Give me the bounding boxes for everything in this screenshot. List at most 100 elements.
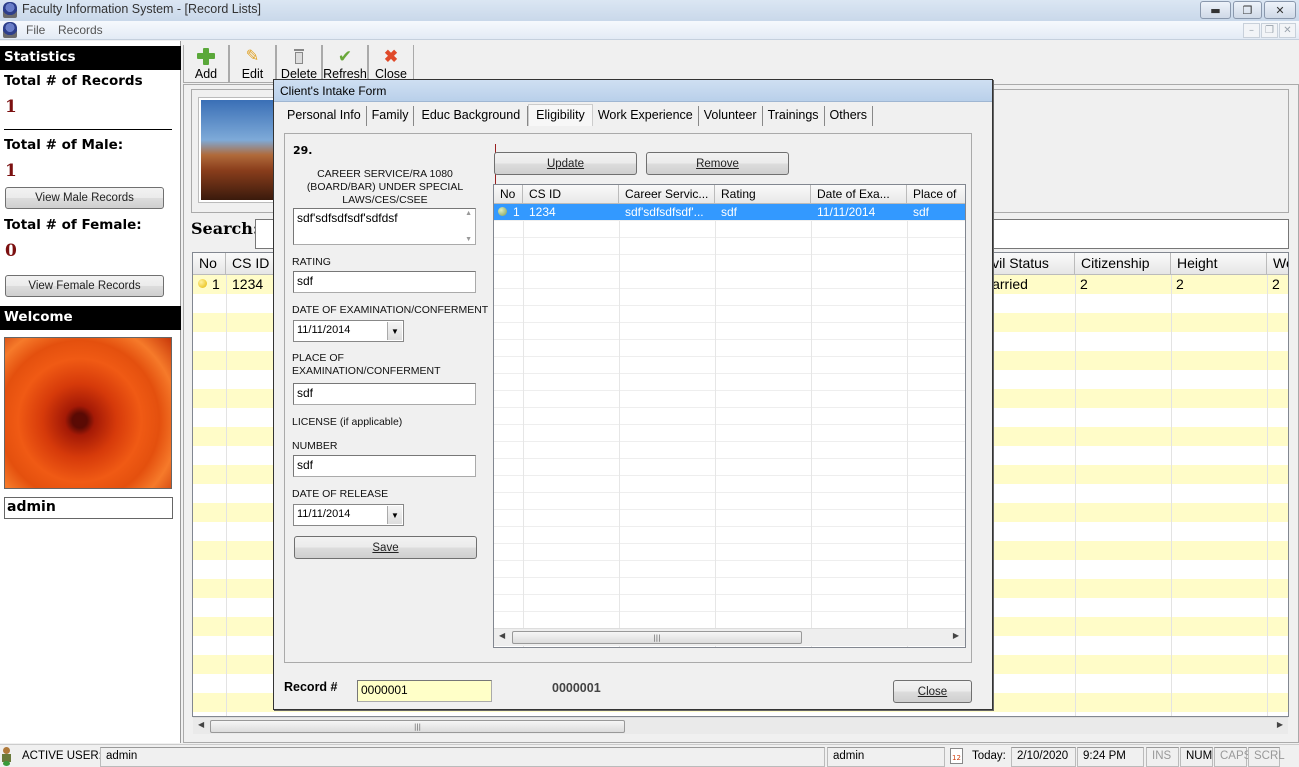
remove-button[interactable]: Remove — [646, 152, 789, 175]
delete-button[interactable]: Delete — [276, 45, 322, 83]
eligibility-grid-hscrollbar[interactable]: ◀ ||| ▶ — [494, 628, 965, 646]
scroll-right-icon[interactable]: ▶ — [1277, 720, 1283, 729]
view-female-records-button[interactable]: View Female Records — [5, 275, 164, 297]
scroll-thumb[interactable]: ||| — [210, 720, 625, 733]
exam-place-input[interactable]: sdf — [293, 383, 476, 405]
total-female-value: 0 — [5, 241, 17, 261]
column-header-civil-status[interactable]: ivil Status — [983, 253, 1075, 275]
tab-family[interactable]: Family — [367, 106, 415, 126]
user-status-field: admin — [827, 747, 945, 767]
empty-row — [494, 544, 965, 561]
scroll-down-icon[interactable]: ▼ — [465, 236, 472, 243]
exam-date-picker[interactable]: 11/11/2014 ▼ — [293, 320, 404, 342]
empty-row — [494, 272, 965, 289]
menu-file[interactable]: File — [26, 23, 45, 37]
window-title: Faculty Information System - [Record Lis… — [22, 2, 261, 16]
license-label: LICENSE (if applicable) — [292, 416, 403, 428]
edit-button[interactable]: ✎ Edit — [229, 45, 276, 83]
column-header-height[interactable]: Height — [1171, 253, 1267, 275]
column-header-no[interactable]: No — [494, 185, 523, 204]
minimize-button[interactable]: ▬ — [1200, 1, 1231, 19]
mdi-minimize-button[interactable]: – — [1243, 23, 1260, 38]
dropdown-arrow-icon[interactable]: ▼ — [387, 322, 402, 340]
rating-input[interactable]: sdf — [293, 271, 476, 293]
release-date-picker[interactable]: 11/11/2014 ▼ — [293, 504, 404, 526]
user-icon — [1, 747, 12, 766]
tab-educ-background[interactable]: Educ Background — [414, 106, 529, 126]
edit-label: Edit — [241, 67, 264, 81]
cell-no: 1 — [212, 276, 220, 292]
restore-icon: ❐ — [1242, 3, 1253, 17]
column-header-exam-date[interactable]: Date of Exa... — [811, 185, 907, 204]
exam-date-value: 11/11/2014 — [297, 324, 351, 336]
column-header-citizenship[interactable]: Citizenship — [1075, 253, 1171, 275]
column-header-place[interactable]: Place of — [907, 185, 965, 204]
tab-strip: Personal Info Family Educ Background Eli… — [282, 104, 874, 126]
save-button[interactable]: Save — [294, 536, 477, 559]
toolbar: Add ✎ Edit Delete ✔ Refresh ✖ Close — [183, 45, 414, 83]
mdi-child-icon[interactable] — [3, 22, 17, 38]
record-number-display: 0000001 — [552, 681, 601, 695]
time-field: 9:24 PM — [1077, 747, 1144, 767]
scroll-thumb[interactable]: ||| — [512, 631, 802, 644]
add-button[interactable]: Add — [183, 45, 229, 83]
tab-personal-info[interactable]: Personal Info — [282, 106, 367, 126]
record-photo-frame — [198, 97, 276, 203]
restore-button[interactable]: ❐ — [1233, 1, 1262, 19]
empty-row — [494, 476, 965, 493]
active-user-field: admin — [100, 747, 825, 767]
menu-records[interactable]: Records — [58, 23, 103, 37]
tab-eligibility[interactable]: Eligibility — [528, 104, 593, 126]
record-number-input[interactable]: 0000001 — [357, 680, 492, 702]
scroll-right-icon[interactable]: ▶ — [953, 631, 959, 640]
column-header-career-service[interactable]: Career Servic... — [619, 185, 715, 204]
mdi-restore-button[interactable]: ❐ — [1261, 23, 1278, 38]
table-row[interactable]: 1 1234 sdf'sdfsdfsdf'... sdf 11/11/2014 … — [494, 204, 965, 221]
tab-others[interactable]: Others — [825, 106, 874, 126]
save-label: Save — [372, 541, 399, 554]
update-label: Update — [546, 157, 585, 170]
scroll-left-icon[interactable]: ◀ — [499, 631, 505, 640]
refresh-button[interactable]: ✔ Refresh — [322, 45, 368, 83]
scrl-indicator: SCRL — [1248, 747, 1285, 767]
close-icon: ✕ — [1283, 25, 1292, 36]
total-records-label: Total # of Records — [4, 73, 143, 89]
tab-volunteer[interactable]: Volunteer — [699, 106, 763, 126]
pencil-icon: ✎ — [245, 48, 260, 65]
cell-weight: 2 — [1272, 276, 1280, 292]
empty-row — [494, 527, 965, 544]
close-button[interactable]: ✖ Close — [368, 45, 414, 83]
update-button[interactable]: Update — [494, 152, 637, 175]
number-input[interactable]: sdf — [293, 455, 476, 477]
empty-row — [494, 578, 965, 595]
dropdown-arrow-icon[interactable]: ▼ — [387, 506, 402, 524]
career-service-label: CAREER SERVICE/RA 1080 (BOARD/BAR) UNDER… — [306, 168, 464, 206]
row-indicator-icon — [198, 279, 207, 288]
close-window-button[interactable]: ✕ — [1264, 1, 1296, 19]
title-bar: Faculty Information System - [Record Lis… — [0, 0, 1299, 21]
column-header-weight[interactable]: We — [1267, 253, 1288, 275]
scroll-left-icon[interactable]: ◀ — [198, 720, 204, 729]
rating-label: RATING — [292, 256, 331, 268]
dialog-close-button[interactable]: Close — [893, 680, 972, 703]
scroll-up-icon[interactable]: ▲ — [465, 210, 472, 217]
career-service-input[interactable]: sdf'sdfsdfsdf'sdfdsf ▲ ▼ — [293, 208, 476, 245]
minimize-icon: – — [1249, 25, 1254, 36]
tab-trainings[interactable]: Trainings — [763, 106, 825, 126]
cell-cs-id: 1234 — [232, 276, 264, 292]
column-header-no[interactable]: No — [193, 253, 226, 275]
release-date-label: DATE OF RELEASE — [292, 488, 389, 500]
records-grid-hscrollbar[interactable]: ◀ ||| ▶ — [193, 717, 1288, 734]
ins-indicator: INS — [1146, 747, 1179, 767]
empty-row — [494, 493, 965, 510]
tab-work-experience[interactable]: Work Experience — [593, 106, 699, 126]
column-header-cs-id[interactable]: CS ID — [523, 185, 619, 204]
mdi-close-button[interactable]: ✕ — [1279, 23, 1296, 38]
view-male-records-button[interactable]: View Male Records — [5, 187, 164, 209]
date-field: 2/10/2020 — [1011, 747, 1076, 767]
cell-career-service: sdf'sdfsdfsdf'... — [625, 205, 704, 219]
cell-no: 1 — [513, 205, 520, 219]
column-header-rating[interactable]: Rating — [715, 185, 811, 204]
close-icon: ✖ — [383, 47, 399, 66]
release-date-value: 11/11/2014 — [297, 508, 351, 520]
